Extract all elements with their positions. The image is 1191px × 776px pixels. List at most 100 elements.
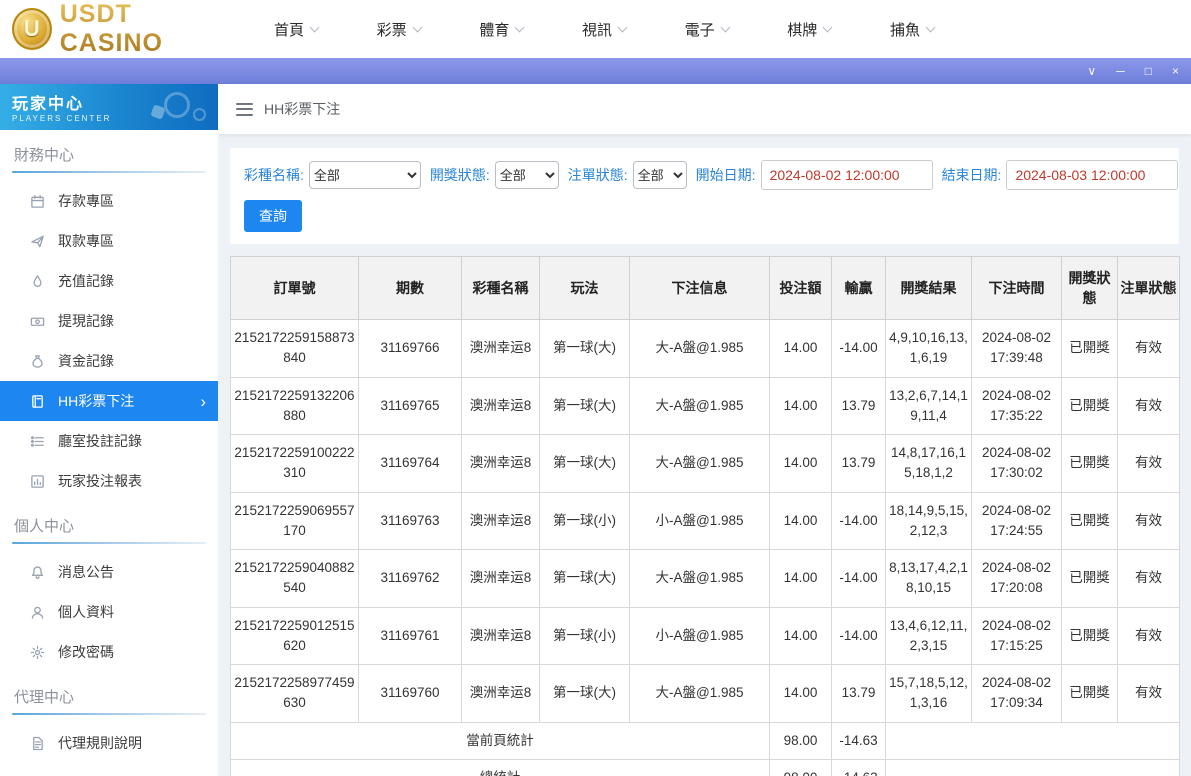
- nav-item-label: 首頁: [274, 21, 305, 39]
- table-cell: 大-A盤@1.985: [629, 664, 770, 723]
- column-header: 期數: [358, 256, 462, 320]
- table-cell: 31169761: [358, 606, 462, 665]
- send-icon: [30, 234, 45, 249]
- table-cell: 已開獎: [1061, 434, 1118, 493]
- nav-item-lottery[interactable]: 彩票: [376, 19, 423, 40]
- sidebar-item-label: 玩家投注報表: [58, 473, 142, 489]
- sidebar-item-deposit-zone[interactable]: 存款專區: [0, 181, 218, 221]
- nav-item-fishing[interactable]: 捕魚: [890, 19, 936, 40]
- table-cell: 31169764: [358, 434, 462, 493]
- filter-panel: 彩種名稱: 全部 開獎狀態: 全部 注單狀態: 全部 開始日期: 2024-08…: [230, 148, 1179, 244]
- table-cell: 第一球(大): [539, 549, 630, 608]
- table-cell: 13.79: [831, 664, 886, 723]
- table-cell: 18,14,9,5,15,2,12,3: [885, 491, 972, 550]
- window-maximize-button[interactable]: □: [1145, 65, 1152, 77]
- sidebar-item-agent-rules[interactable]: 代理規則說明: [0, 723, 218, 763]
- table-row: 2152172259100222310 31169764 澳洲幸运8 第一球(大) 大-…: [230, 434, 1180, 493]
- start-date-input[interactable]: [760, 160, 933, 190]
- table-cell: 大-A盤@1.985: [629, 376, 770, 435]
- table-cell: 13.79: [831, 376, 886, 435]
- bet-status-select[interactable]: 全部: [632, 161, 687, 189]
- table-cell: -14.00: [831, 549, 886, 608]
- gear-icon: [30, 645, 45, 660]
- nav-item-board-games[interactable]: 棋牌: [787, 19, 833, 40]
- column-header: 輸贏: [831, 256, 886, 320]
- sidebar-item-recharge-records[interactable]: 充值記錄: [0, 261, 218, 301]
- sidebar-item-label: 消息公告: [58, 564, 114, 580]
- table-cell: 澳洲幸运8: [461, 376, 540, 435]
- table-cell: 澳洲幸运8: [461, 606, 540, 665]
- table-cell: 31169760: [358, 664, 462, 723]
- nav-item-label: 彩票: [376, 21, 407, 39]
- moneybag-icon: [30, 354, 45, 369]
- table-cell: -14.00: [831, 319, 886, 378]
- nav-item-live-video[interactable]: 視訊: [581, 19, 628, 40]
- sidebar-item-label: 代理規則說明: [58, 735, 142, 751]
- content-body: 彩種名稱: 全部 開獎狀態: 全部 注單狀態: 全部 開始日期: 2024-08…: [218, 134, 1191, 776]
- doc-icon: [30, 736, 45, 751]
- table-cell: 小-A盤@1.985: [629, 606, 770, 665]
- table-cell: 澳洲幸运8: [461, 664, 540, 723]
- sidebar-item-label: 個人資料: [58, 604, 114, 620]
- sidebar-item-withdrawal-records[interactable]: 提現記錄: [0, 301, 218, 341]
- summary-bet-total: 98.00: [769, 758, 832, 776]
- end-date-input[interactable]: [1006, 160, 1179, 190]
- table-cell: 2152172259100222310: [230, 434, 359, 493]
- nav-item-label: 視訊: [581, 21, 612, 39]
- sidebar-section-title: 財務中心: [14, 147, 75, 164]
- table-cell: 已開獎: [1061, 664, 1118, 723]
- bet-status-label: 注單狀態:: [567, 167, 628, 183]
- nav-item-sports[interactable]: 體育: [479, 19, 525, 40]
- sidebar-item-announcements[interactable]: 消息公告: [0, 552, 218, 592]
- chevron-right-icon: ›: [200, 391, 206, 411]
- table-cell: 2024-08-02 17:30:02: [971, 434, 1062, 493]
- sidebar-item-change-password[interactable]: 修改密碼: [0, 632, 218, 672]
- table-cell: 2024-08-02 17:20:08: [971, 549, 1062, 608]
- brand-logo[interactable]: U USDT CASINO: [0, 0, 232, 58]
- window-minimize-button[interactable]: ─: [1116, 65, 1125, 77]
- table-cell: 14.00: [769, 606, 832, 665]
- sidebar-item-profile[interactable]: 個人資料: [0, 592, 218, 632]
- sidebar-item-funds-records[interactable]: 資金記錄: [0, 341, 218, 381]
- table-cell: 已開獎: [1061, 606, 1118, 665]
- nav-item-home[interactable]: 首頁: [274, 19, 320, 40]
- column-header: 訂單號: [230, 256, 359, 320]
- sidebar-item-label: HH彩票下注: [58, 393, 135, 409]
- menu-toggle-icon[interactable]: [236, 102, 253, 116]
- table-cell: 2152172259012515620: [230, 606, 359, 665]
- table-cell: 已開獎: [1061, 491, 1118, 550]
- search-button[interactable]: 查詢: [244, 200, 302, 232]
- sidebar-item-room-bet-records[interactable]: 廳室投註記錄: [0, 421, 218, 461]
- table-cell: 14.00: [769, 491, 832, 550]
- lottery-name-select[interactable]: 全部: [308, 161, 421, 189]
- sidebar-item-label: 修改密碼: [58, 644, 114, 660]
- window-collapse-button[interactable]: ∨: [1087, 65, 1096, 77]
- draw-status-select[interactable]: 全部: [494, 161, 559, 189]
- table-cell: 澳洲幸运8: [461, 549, 540, 608]
- summary-row: 總統計98.00-14.63: [230, 758, 1180, 776]
- sidebar-item-hh-lottery-bets[interactable]: HH彩票下注 ›: [0, 381, 218, 421]
- sidebar-item-label: 資金記錄: [58, 353, 114, 369]
- table-row: 2152172259012515620 31169761 澳洲幸运8 第一球(小) 小-…: [230, 606, 1180, 665]
- table-cell: 2152172259158873840: [230, 319, 359, 378]
- section-underline: [12, 171, 206, 173]
- summary-label: 當前頁統計: [230, 721, 770, 760]
- sidebar-item-player-bet-report[interactable]: 玩家投注報表: [0, 461, 218, 501]
- table-cell: 31169765: [358, 376, 462, 435]
- sidebar-section-title: 代理中心: [14, 689, 75, 706]
- draw-status-label: 開獎狀態:: [429, 167, 490, 183]
- table-header-row: 訂單號 期數 彩種名稱 玩法 下注信息 投注額 輸贏 開獎結果 下注時間 開獎狀態 注單狀態: [230, 256, 1180, 320]
- summary-bet-total: 98.00: [769, 721, 832, 760]
- sidebar-item-withdraw-zone[interactable]: 取款專區: [0, 221, 218, 261]
- table-cell: 大-A盤@1.985: [629, 319, 770, 378]
- table-cell: 2152172259132206880: [230, 376, 359, 435]
- nav-item-slots[interactable]: 電子: [685, 19, 731, 40]
- column-header: 下注信息: [629, 256, 770, 320]
- table-cell: 14.00: [769, 376, 832, 435]
- column-header: 注單狀態: [1117, 256, 1180, 320]
- window-close-button[interactable]: ×: [1172, 65, 1179, 77]
- brand-name: USDT CASINO: [60, 0, 232, 58]
- chevron-down-icon: [720, 22, 731, 32]
- book-icon: [30, 394, 45, 409]
- summary-empty: [885, 721, 1180, 760]
